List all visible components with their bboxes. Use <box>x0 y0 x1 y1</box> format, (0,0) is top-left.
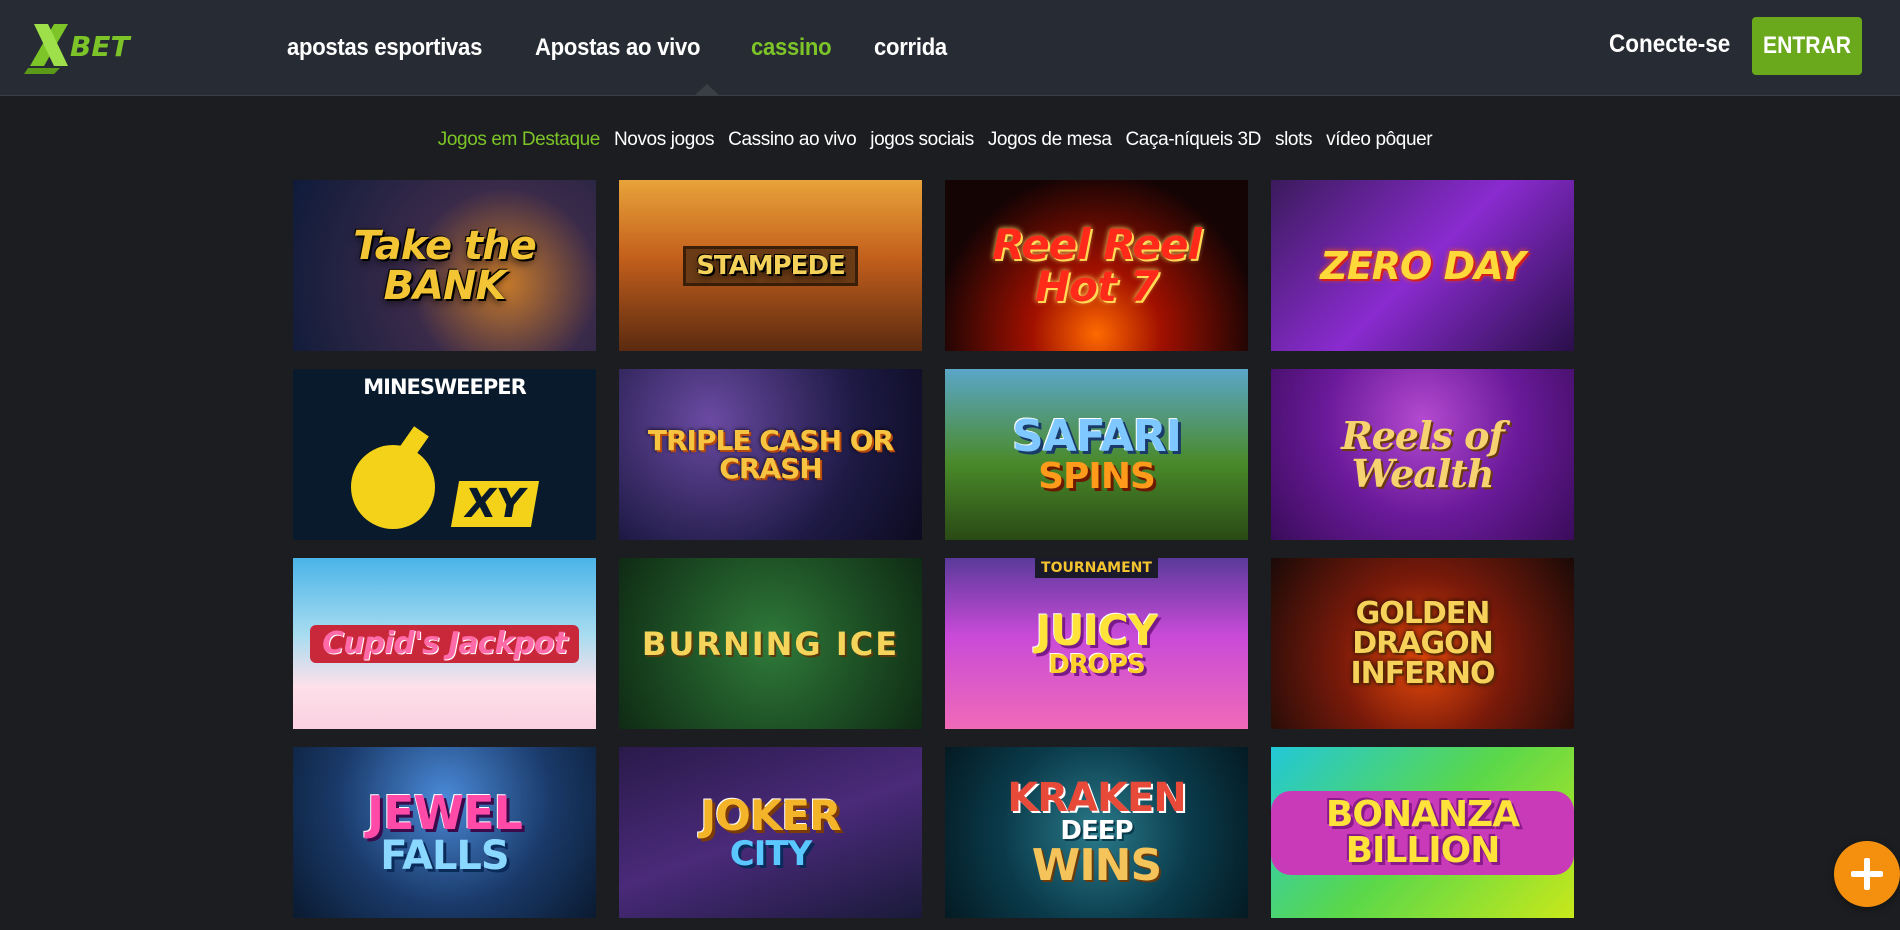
game-title: TRIPLE CASH OR CRASH <box>647 423 894 485</box>
game-title-block: JEWEL FALLS <box>357 790 532 876</box>
game-title: BONANZA BILLION <box>1271 790 1574 875</box>
category-tabs: Jogos em Destaque Novos jogos Cassino ao… <box>0 126 1900 154</box>
game-title: STAMPEDE <box>683 245 858 286</box>
game-title: ZERO DAY <box>1320 243 1525 288</box>
game-tile-reels-of-wealth[interactable]: Reels of Wealth <box>1271 369 1574 540</box>
top-header: BET apostas esportivas Apostas ao vivo c… <box>0 0 1900 96</box>
provider-badge: XY <box>450 481 539 527</box>
game-title: Take the BANK <box>353 222 537 309</box>
game-title: BURNING ICE <box>641 624 900 663</box>
game-tile-burning-ice[interactable]: BURNING ICE <box>619 558 922 729</box>
game-title: Reels of Wealth <box>1341 412 1505 496</box>
game-title: JUICY <box>1035 605 1159 655</box>
game-title-block: KRAKEN DEEP WINS <box>997 778 1196 888</box>
game-title-block: SAFARI SPINS <box>1002 414 1191 497</box>
game-tile-minesweeper[interactable]: MINESWEEPER XY <box>293 369 596 540</box>
nav-casino[interactable]: cassino <box>751 34 832 62</box>
login-link[interactable]: Conecte-se <box>1609 30 1730 59</box>
game-title-block: JUICY DROPS <box>1026 609 1168 680</box>
tab-social-games[interactable]: jogos sociais <box>870 129 974 151</box>
xbet-logo[interactable]: BET <box>24 16 164 74</box>
game-subtitle: DROPS <box>1048 649 1145 680</box>
game-subtitle: WINS <box>1031 839 1162 891</box>
tab-3d-slots[interactable]: Caça-níqueis 3D <box>1125 129 1261 151</box>
game-title: MINESWEEPER <box>363 375 527 399</box>
svg-text:BET: BET <box>70 30 131 63</box>
active-nav-caret <box>694 84 720 96</box>
tab-table-games[interactable]: Jogos de mesa <box>988 129 1112 151</box>
game-tile-bonanza-billion[interactable]: BONANZA BILLION <box>1271 747 1574 918</box>
game-title: GOLDEN DRAGON INFERNO <box>1350 595 1496 691</box>
floating-action-button[interactable] <box>1834 841 1900 907</box>
game-subtitle: FALLS <box>380 832 509 879</box>
game-title: Reel Reel Hot 7 <box>992 219 1202 311</box>
nav-sports-betting[interactable]: apostas esportivas <box>287 34 482 62</box>
game-tile-safari-spins[interactable]: SAFARI SPINS <box>945 369 1248 540</box>
game-tile-joker-city[interactable]: JOKER CITY <box>619 747 922 918</box>
main-nav: apostas esportivas Apostas ao vivo cassi… <box>287 0 989 96</box>
game-tile-kraken-deep-wins[interactable]: KRAKEN DEEP WINS <box>945 747 1248 918</box>
game-tile-cupids-jackpot[interactable]: Cupid's Jackpot <box>293 558 596 729</box>
game-tile-take-the-bank[interactable]: Take the BANK <box>293 180 596 351</box>
nav-live-betting[interactable]: Apostas ao vivo <box>535 34 700 62</box>
game-title: JEWEL <box>366 785 523 840</box>
game-subtitle: CITY <box>729 833 812 874</box>
game-tile-jewel-falls[interactable]: JEWEL FALLS <box>293 747 596 918</box>
game-tile-triple-juicy-drops[interactable]: TOURNAMENT JUICY DROPS <box>945 558 1248 729</box>
nav-racing[interactable]: corrida <box>874 34 947 62</box>
tab-slots[interactable]: slots <box>1275 129 1312 151</box>
game-tile-golden-dragon-inferno[interactable]: GOLDEN DRAGON INFERNO <box>1271 558 1574 729</box>
tab-new-games[interactable]: Novos jogos <box>614 129 715 151</box>
game-title: SAFARI <box>1011 410 1182 462</box>
enter-button[interactable]: ENTRAR <box>1752 17 1862 75</box>
enter-button-label: ENTRAR <box>1763 32 1851 59</box>
game-subtitle: SPINS <box>1038 455 1156 497</box>
game-tile-reel-reel-hot[interactable]: Reel Reel Hot 7 <box>945 180 1248 351</box>
tab-video-poker[interactable]: vídeo pôquer <box>1326 129 1433 151</box>
tab-featured-games[interactable]: Jogos em Destaque <box>438 129 601 151</box>
bomb-icon <box>351 445 435 529</box>
game-grid: Take the BANK STAMPEDE Reel Reel Hot 7 Z… <box>293 180 1574 918</box>
game-tile-stampede[interactable]: STAMPEDE <box>619 180 922 351</box>
game-title: Cupid's Jackpot <box>310 624 579 663</box>
tab-live-casino[interactable]: Cassino ao vivo <box>728 129 857 151</box>
plus-icon-vertical <box>1864 858 1870 890</box>
game-tile-triple-cash-or-crash[interactable]: TRIPLE CASH OR CRASH <box>619 369 922 540</box>
xbet-logo-mark: BET <box>24 24 131 74</box>
tournament-badge: TOURNAMENT <box>1035 558 1158 578</box>
game-tile-zero-day[interactable]: ZERO DAY <box>1271 180 1574 351</box>
game-title: JOKER <box>700 790 842 840</box>
game-title-block: JOKER CITY <box>691 794 851 874</box>
game-title: KRAKEN <box>1007 774 1187 821</box>
